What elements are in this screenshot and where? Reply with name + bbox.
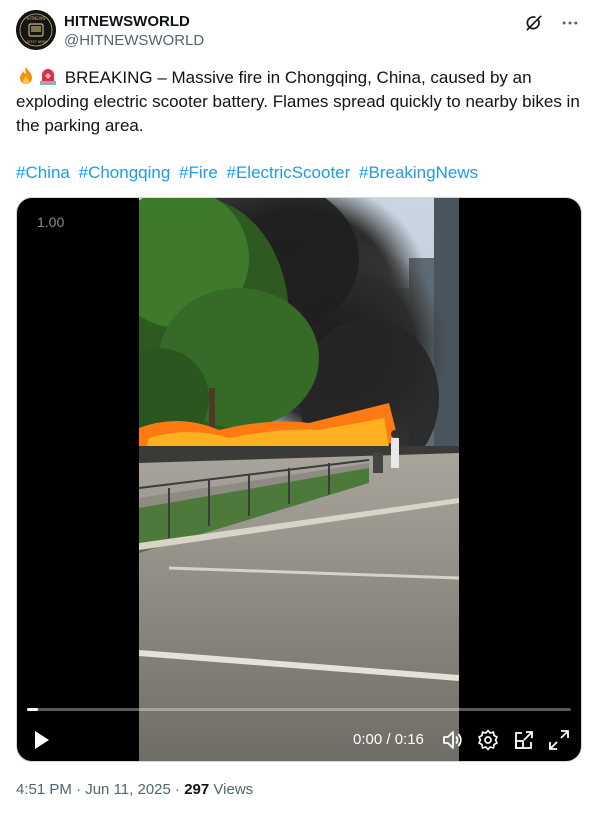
hashtag-breakingnews[interactable]: #BreakingNews (359, 163, 478, 182)
play-icon[interactable] (29, 728, 53, 752)
settings-icon[interactable] (476, 728, 500, 752)
video-controls: 0:00 / 0:16 (17, 724, 581, 756)
hashtag-chongqing[interactable]: #Chongqing (79, 163, 171, 182)
video-player[interactable]: 1.00 0:00 / 0:16 (16, 197, 582, 762)
pip-icon[interactable] (512, 728, 536, 752)
svg-text:LATEST NEWS: LATEST NEWS (25, 40, 47, 44)
volume-icon[interactable] (441, 728, 465, 752)
meta-separator: · (76, 781, 82, 798)
views-label: Views (213, 781, 254, 798)
fire-scene-image (139, 198, 459, 761)
tweet-body: BREAKING – Massive fire in Chongqing, Ch… (16, 68, 580, 135)
avatar[interactable]: HITNEWS LATEST NEWS (16, 10, 56, 50)
tweet-text: BREAKING – Massive fire in Chongqing, Ch… (16, 66, 582, 138)
hashtag-china[interactable]: #China (16, 163, 70, 182)
fire-emoji (16, 66, 36, 86)
header-actions (523, 12, 581, 34)
video-time: 0:00 / 0:16 (353, 731, 424, 748)
avatar-logo: HITNEWS LATEST NEWS (16, 10, 56, 50)
handle[interactable]: @HITNEWSWORLD (64, 31, 204, 51)
post-time[interactable]: 4:51 PM (16, 781, 72, 798)
post-date[interactable]: Jun 11, 2025 (85, 781, 171, 798)
fullscreen-icon[interactable] (547, 728, 571, 752)
video-progress-bar[interactable] (27, 708, 571, 711)
meta-separator-2: · (175, 781, 181, 798)
tweet-meta: 4:51 PM · Jun 11, 2025 · 297 Views (16, 781, 253, 798)
speed-label: 1.00 (37, 214, 65, 230)
display-name[interactable]: HITNEWSWORLD (64, 12, 204, 31)
video-progress-fill (27, 708, 38, 711)
hashtag-electricscooter[interactable]: #ElectricScooter (227, 163, 351, 182)
views-count: 297 (184, 781, 210, 798)
video-frame[interactable] (139, 198, 459, 761)
hashtag-fire[interactable]: #Fire (179, 163, 218, 182)
svg-text:HITNEWS: HITNEWS (27, 16, 46, 21)
tweet-header: HITNEWS LATEST NEWS HITNEWSWORLD @HITNEW… (16, 10, 581, 54)
hashtags: #China #Chongqing #Fire #ElectricScooter… (16, 161, 582, 185)
siren-emoji (38, 66, 58, 86)
more-icon[interactable] (559, 12, 581, 34)
author-block: HITNEWSWORLD @HITNEWSWORLD (64, 12, 204, 51)
grok-icon[interactable] (523, 12, 545, 34)
